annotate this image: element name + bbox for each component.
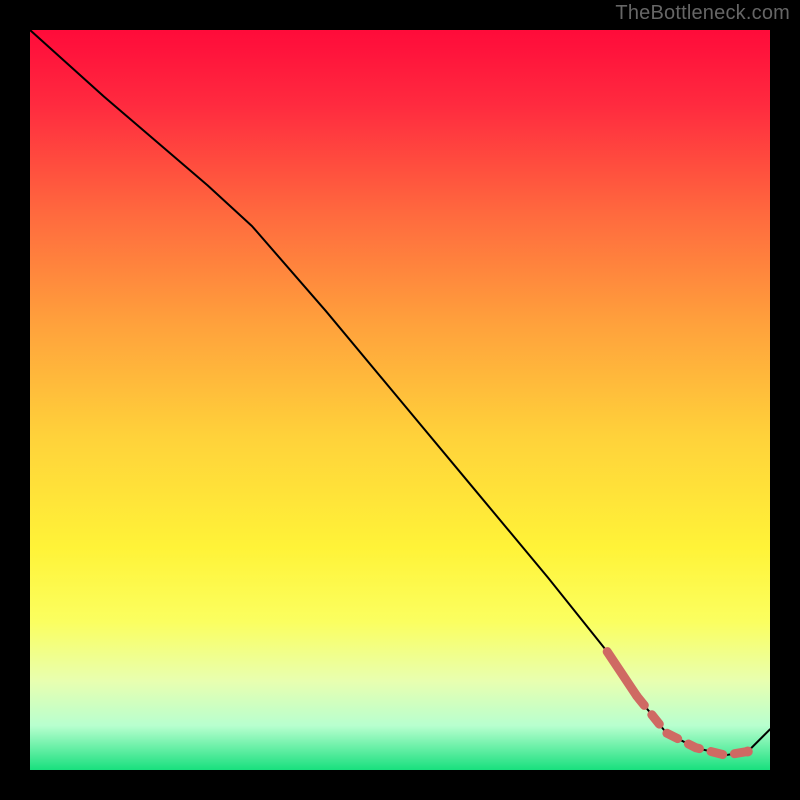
plot-svg [30,30,770,770]
chart-stage: TheBottleneck.com [0,0,800,800]
plot-area [30,30,770,770]
series-accent-end-dot [743,747,753,757]
watermark-text: TheBottleneck.com [615,2,790,25]
